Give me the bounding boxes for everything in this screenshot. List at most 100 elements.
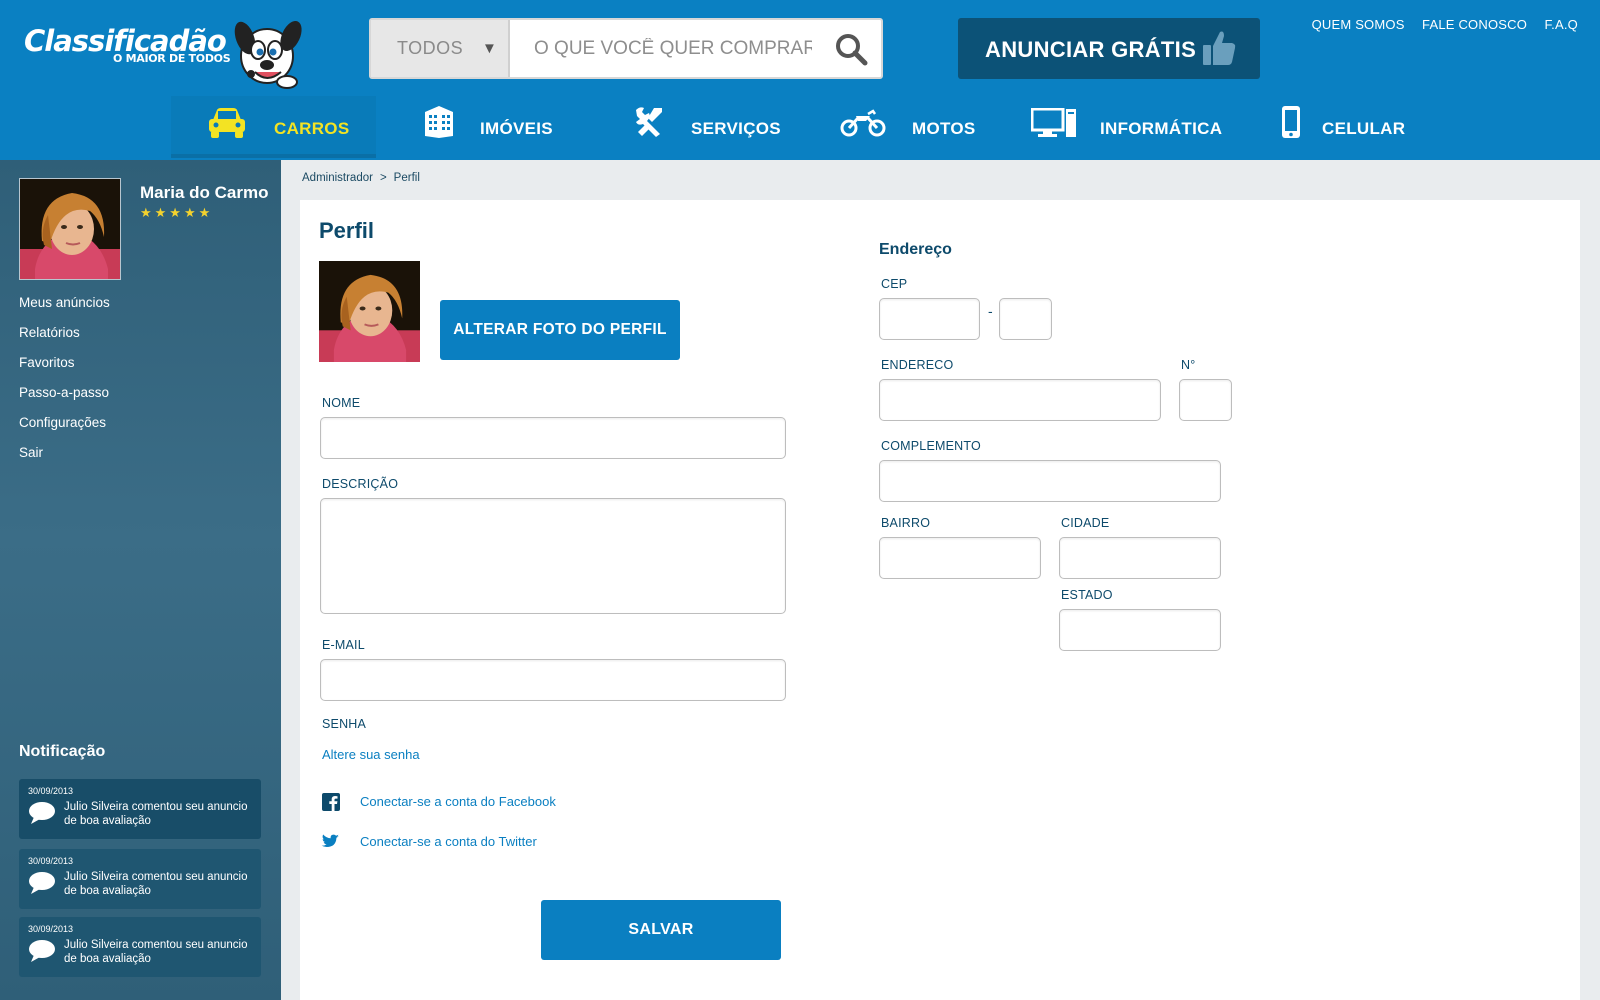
- number-field[interactable]: [1179, 379, 1232, 421]
- avatar[interactable]: [19, 178, 121, 280]
- number-label: N°: [1181, 358, 1196, 372]
- sidebar-item-relatorios: Relatórios: [19, 324, 110, 354]
- street-label: ENDERECO: [881, 358, 954, 372]
- cep-separator: -: [988, 303, 993, 319]
- notification-date: 30/09/2013: [28, 924, 74, 934]
- city-label: CIDADE: [1061, 516, 1110, 530]
- car-icon: [209, 108, 245, 138]
- sidebar-link-meus-anuncios[interactable]: Meus anúncios: [19, 295, 110, 310]
- cep-field[interactable]: [879, 298, 980, 340]
- cep-label: CEP: [881, 277, 908, 291]
- nav-item-motos[interactable]: MOTOS: [838, 96, 978, 158]
- notifications-title: Notificação: [19, 743, 106, 760]
- computer-icon: [1031, 108, 1076, 137]
- rating-stars: ★★★★★: [140, 205, 214, 220]
- breadcrumb-current: Perfil: [393, 172, 420, 184]
- sidebar-link-passo-a-passo[interactable]: Passo-a-passo: [19, 385, 109, 400]
- nav-item-imoveis[interactable]: IMÓVEIS: [420, 96, 560, 158]
- profile-panel: Perfil ALTERAR FOTO DO PERFIL NOME DESCR…: [300, 200, 1580, 1000]
- email-label: E-MAIL: [322, 638, 365, 652]
- site-header: Classificadão O MAIOR DE TODOS TODOS ▼ A: [0, 0, 1600, 160]
- comment-icon: [29, 940, 55, 962]
- change-photo-button[interactable]: ALTERAR FOTO DO PERFIL: [440, 300, 680, 360]
- city-field[interactable]: [1059, 537, 1221, 579]
- nav-label-motos: MOTOS: [912, 119, 976, 138]
- complement-field[interactable]: [879, 460, 1221, 502]
- sidebar-link-favoritos[interactable]: Favoritos: [19, 355, 75, 370]
- district-label: BAIRRO: [881, 516, 931, 530]
- phone-icon: [1282, 106, 1300, 138]
- thumbs-up-icon: [1203, 31, 1236, 65]
- facebook-connect-link[interactable]: Conectar-se a conta do Facebook: [360, 794, 556, 809]
- twitter-icon: [321, 834, 339, 847]
- description-label: DESCRIÇÃO: [322, 477, 399, 491]
- sidebar-item-passo-a-passo: Passo-a-passo: [19, 384, 110, 414]
- nav-item-servicos[interactable]: SERVIÇOS: [630, 96, 781, 158]
- nav-label-servicos: SERVIÇOS: [691, 119, 781, 138]
- search-icon[interactable]: [833, 31, 869, 67]
- breadcrumb-separator: >: [379, 172, 387, 184]
- name-label: NOME: [322, 396, 361, 410]
- twitter-connect-link[interactable]: Conectar-se a conta do Twitter: [360, 834, 537, 849]
- logo-tagline: O MAIOR DE TODOS: [113, 52, 231, 65]
- state-label: ESTADO: [1061, 588, 1113, 602]
- district-field[interactable]: [879, 537, 1041, 579]
- email-field[interactable]: [320, 659, 786, 701]
- user-name: Maria do Carmo: [140, 183, 269, 202]
- search-bar: TODOS ▼: [369, 18, 883, 79]
- notification-text: Julio Silveira comentou seu anuncio de b…: [64, 871, 248, 897]
- notification-item[interactable]: 30/09/2013 Julio Silveira comentou seu a…: [19, 917, 261, 977]
- notification-text: Julio Silveira comentou seu anuncio de b…: [64, 801, 248, 827]
- breadcrumb: Administrador > Perfil: [302, 172, 427, 184]
- announce-free-label: ANUNCIAR GRÁTIS: [985, 37, 1197, 62]
- notification-date: 30/09/2013: [28, 786, 74, 796]
- category-nav: CARROS IMÓVEIS SERVIÇOS MOTOS INFORMÁTIC…: [0, 96, 1600, 160]
- nav-label-informatica: INFORMÁTICA: [1100, 119, 1223, 138]
- link-about[interactable]: QUEM SOMOS: [1312, 17, 1405, 32]
- top-links: QUEM SOMOS FALE CONOSCO F.A.Q: [1299, 16, 1578, 34]
- link-faq[interactable]: F.A.Q: [1544, 17, 1578, 32]
- complement-label: COMPLEMENTO: [881, 439, 981, 453]
- category-select[interactable]: TODOS ▼: [371, 20, 510, 77]
- sidebar-link-sair[interactable]: Sair: [19, 445, 43, 460]
- breadcrumb-admin[interactable]: Administrador: [302, 172, 373, 184]
- sidebar-link-relatorios[interactable]: Relatórios: [19, 325, 80, 340]
- sidebar-link-configuracoes[interactable]: Configurações: [19, 415, 106, 430]
- description-field[interactable]: [320, 498, 786, 614]
- sidebar-item-meus-anuncios: Meus anúncios: [19, 294, 110, 324]
- password-label: SENHA: [322, 717, 367, 731]
- cep-suffix-field[interactable]: [999, 298, 1052, 340]
- tools-icon: [636, 107, 662, 137]
- name-field[interactable]: [320, 417, 786, 459]
- search-input[interactable]: [512, 20, 812, 77]
- notification-item[interactable]: 30/09/2013 Julio Silveira comentou seu a…: [19, 779, 261, 839]
- logo[interactable]: Classificadão O MAIOR DE TODOS: [24, 18, 302, 89]
- change-password-link[interactable]: Altere sua senha: [322, 747, 420, 762]
- profile-photo: [319, 261, 420, 362]
- profile-photo-image: [319, 261, 420, 362]
- dog-mascot-icon: [234, 21, 302, 89]
- facebook-icon: [322, 793, 340, 811]
- comment-icon: [29, 802, 55, 824]
- save-button[interactable]: SALVAR: [541, 900, 781, 960]
- chevron-down-icon: ▼: [482, 40, 497, 57]
- nav-item-informatica[interactable]: INFORMÁTICA: [1030, 96, 1223, 158]
- link-contact[interactable]: FALE CONOSCO: [1422, 17, 1527, 32]
- nav-label-celular: CELULAR: [1322, 119, 1406, 138]
- notification-item[interactable]: 30/09/2013 Julio Silveira comentou seu a…: [19, 849, 261, 909]
- state-field[interactable]: [1059, 609, 1221, 651]
- nav-item-carros[interactable]: CARROS: [171, 96, 376, 158]
- announce-free-button[interactable]: ANUNCIAR GRÁTIS: [958, 18, 1260, 79]
- street-field[interactable]: [879, 379, 1161, 421]
- notification-text: Julio Silveira comentou seu anuncio de b…: [64, 939, 248, 965]
- building-icon: [425, 106, 453, 138]
- sidebar: Maria do Carmo ★★★★★ Meus anúncios Relat…: [0, 160, 281, 1000]
- sidebar-item-sair: Sair: [19, 444, 110, 474]
- user-photo: [20, 179, 120, 279]
- sidebar-item-favoritos: Favoritos: [19, 354, 110, 384]
- address-title: Endereço: [879, 241, 952, 258]
- sidebar-menu: Meus anúncios Relatórios Favoritos Passo…: [19, 294, 110, 474]
- nav-item-celular[interactable]: CELULAR: [1280, 96, 1420, 158]
- comment-icon: [29, 872, 55, 894]
- nav-label-imoveis: IMÓVEIS: [480, 119, 553, 138]
